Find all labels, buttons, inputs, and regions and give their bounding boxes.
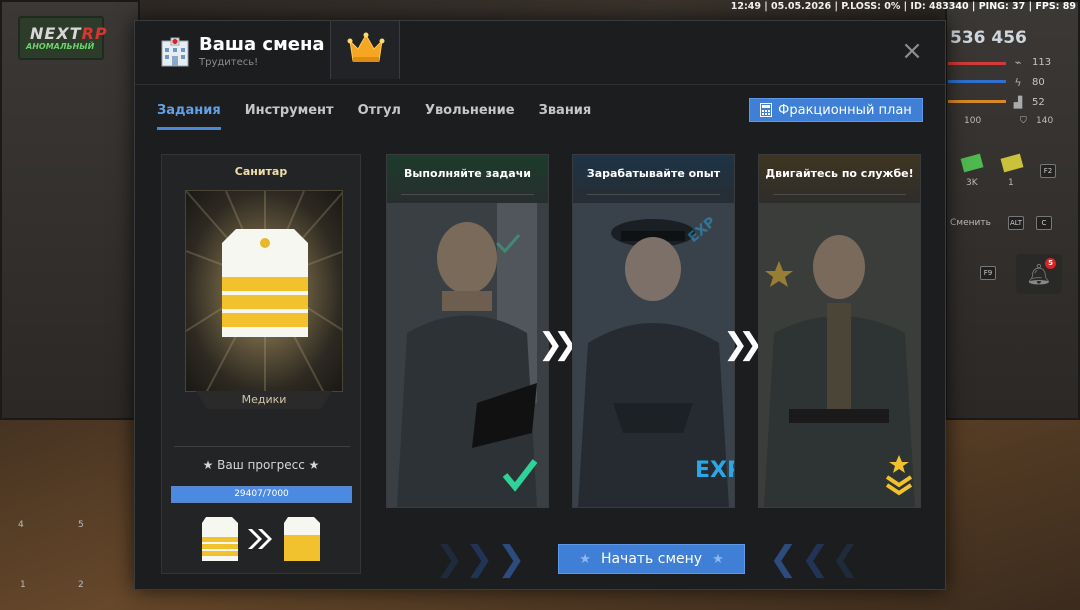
key-hint: F2 [1040, 164, 1056, 178]
start-shift-label: Начать смену [600, 551, 703, 567]
armor-left-value: 100 [964, 116, 982, 126]
shield-icon: ⛉ [1020, 116, 1027, 126]
progress-label: ★ Ваш прогресс ★ [202, 458, 320, 472]
progress-bar: 29407/7000 [171, 486, 352, 503]
money-icon [1000, 153, 1024, 173]
item-count: 3K [966, 178, 978, 188]
tab-day-off[interactable]: Отгул [358, 97, 401, 130]
double-chevron-icon: ❯❯ [538, 327, 578, 362]
step-title: Двигайтесь по службе! [765, 167, 914, 180]
chevron-right-icon: ❯ [435, 539, 464, 579]
worker-with-tablet-image [387, 203, 548, 507]
crown-icon [347, 32, 385, 62]
divider [587, 194, 720, 195]
stat-health: ⌁ 113 [1012, 56, 1051, 69]
tab-tools[interactable]: Инструмент [245, 97, 334, 130]
slot-number: 5 [78, 520, 84, 530]
tab-ranks[interactable]: Звания [539, 97, 592, 130]
modal-title: Ваша смена [199, 34, 325, 55]
next-rank-icon [284, 517, 320, 561]
star-icon: ★ [712, 551, 724, 567]
start-shift-button[interactable]: ★ Начать смену ★ [558, 544, 745, 574]
double-chevron-icon: ❯❯ [723, 327, 763, 362]
tab-dismissal[interactable]: Увольнение [425, 97, 515, 130]
step-card-experience: Зарабатывайте опыт EXP EXP [572, 154, 735, 508]
health-bar [948, 62, 1006, 65]
slot-number: 2 [78, 580, 84, 590]
tab-tasks[interactable]: Задания [157, 97, 221, 130]
step-title: Выполняйте задачи [404, 167, 531, 180]
faction-plan-label: Фракционный план [778, 102, 912, 118]
cash-icon [960, 153, 984, 173]
chevron-left-icon: ❮ [769, 539, 798, 579]
crown-tab[interactable] [330, 21, 400, 79]
armor-right-value: 140 [1036, 116, 1054, 126]
switch-label: Сменить [950, 218, 991, 228]
commander-image [759, 203, 920, 507]
notification-badge: 5 [1045, 258, 1056, 269]
divider [401, 194, 534, 195]
slot-number: 1 [20, 580, 26, 590]
slot-number: 4 [18, 520, 24, 530]
progress-text: 29407/7000 [234, 489, 289, 499]
notifications-button[interactable]: 🔔︎ 5 [1016, 254, 1062, 294]
divider [773, 194, 906, 195]
officer-image: EXP EXP [573, 203, 734, 507]
faction-plan-button[interactable]: Фракционный план [749, 98, 923, 122]
current-rank-icon [202, 517, 238, 561]
step-card-promotion: Двигайтесь по службе! [758, 154, 921, 508]
key-hint: C [1036, 216, 1052, 230]
hospital-icon [161, 37, 189, 67]
lightning-icon: ϟ [1014, 76, 1022, 89]
food-bar [948, 100, 1006, 103]
background-locker [0, 0, 140, 420]
rank-card: Санитар Медики ★ Ваш прогресс ★ 29407/70… [161, 154, 361, 574]
heartbeat-icon: ⌁ [1014, 56, 1022, 69]
chevron-right-icon: ❯ [497, 539, 526, 579]
step-title: Зарабатывайте опыт [586, 167, 721, 180]
food-icon: ▟ [1013, 96, 1023, 109]
server-logo-sub: АНОМАЛЬНЫЙ [26, 42, 95, 51]
chevron-left-icon: ❮ [801, 539, 830, 579]
rank-name: Санитар [234, 165, 288, 178]
step-card-tasks: Выполняйте задачи [386, 154, 549, 508]
chevron-left-icon: ❮ [831, 539, 860, 579]
server-logo-text: NEXTRP [30, 24, 108, 43]
close-icon: × [901, 36, 923, 66]
modal-header: Ваша смена Трудитесь! × [135, 21, 945, 85]
calculator-icon [760, 103, 773, 117]
close-button[interactable]: × [901, 38, 923, 64]
key-hint: ALT [1008, 216, 1024, 230]
modal-subtitle: Трудитесь! [199, 57, 259, 68]
rank-transition [202, 517, 322, 562]
money-counter: 536 456 [950, 28, 1027, 48]
exp-badge: EXP [695, 458, 734, 483]
chevron-right-icon: ❯ [465, 539, 494, 579]
stat-food: ▟ 52 [1013, 96, 1045, 109]
department-label: Медики [196, 391, 332, 409]
divider [174, 446, 350, 447]
double-chevron-icon [248, 529, 272, 549]
energy-bar [948, 80, 1006, 83]
rank-emblem [185, 190, 343, 392]
stat-energy: ϟ 80 [1012, 76, 1044, 89]
star-icon: ★ [579, 551, 591, 567]
tab-bar: Задания Инструмент Отгул Увольнение Зван… [157, 97, 615, 130]
inventory-slots: 4 5 1 2 [14, 488, 94, 598]
shoulder-strap-icon [222, 229, 308, 337]
shift-modal: Ваша смена Трудитесь! × Задания Инструме… [134, 20, 946, 590]
status-line: 12:49 | 05.05.2026 | P.LOSS: 0% | ID: 48… [730, 1, 1076, 12]
item-count: 1 [1008, 178, 1014, 188]
key-hint: F9 [980, 266, 996, 280]
